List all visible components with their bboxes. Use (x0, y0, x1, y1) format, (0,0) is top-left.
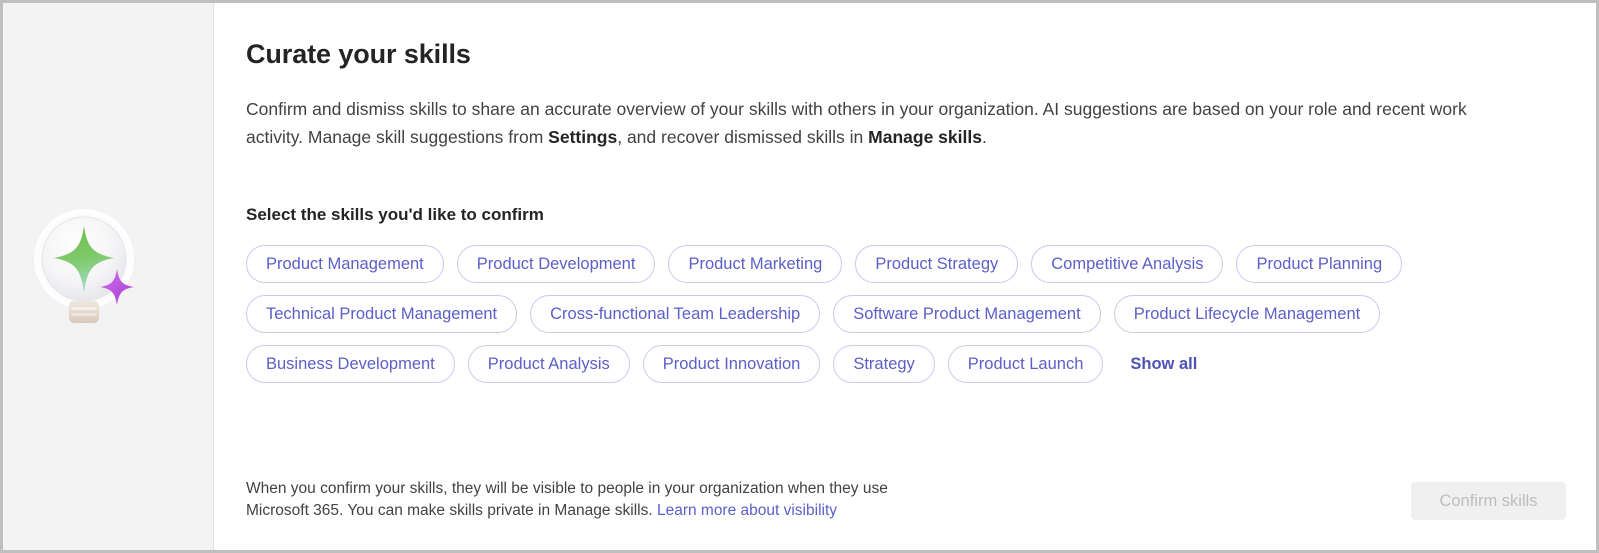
intro-settings-emphasis: Settings (548, 127, 618, 147)
skill-chip[interactable]: Product Management (246, 245, 444, 283)
skill-chip-row: Technical Product Management Cross-funct… (246, 295, 1516, 333)
intro-text-part3: . (981, 127, 987, 147)
curate-skills-panel: Curate your skills Confirm and dismiss s… (0, 0, 1599, 553)
skill-chip[interactable]: Product Analysis (467, 345, 630, 383)
page-title: Curate your skills (246, 39, 471, 69)
skill-chip[interactable]: Cross-functional Team Leadership (530, 295, 821, 333)
skill-chip[interactable]: Strategy (833, 345, 935, 383)
learn-more-visibility-link[interactable]: Learn more about visibility (657, 502, 837, 519)
intro-manage-skills-emphasis: Manage skills (868, 127, 982, 147)
visibility-footer: When you confirm your skills, they will … (246, 478, 1246, 522)
intro-paragraph: Confirm and dismiss skills to share an a… (246, 95, 1508, 151)
illustration-rail (3, 3, 214, 550)
visibility-note-line2: Microsoft 365. You can make skills priva… (246, 500, 1246, 522)
skill-chip[interactable]: Product Strategy (855, 245, 1019, 283)
skill-chip-row: Product Management Product Development P… (246, 245, 1516, 283)
show-all-link[interactable]: Show all (1130, 355, 1197, 374)
visibility-note-line2-text: Microsoft 365. You can make skills priva… (246, 502, 657, 519)
intro-text-part2: , and recover dismissed skills in (617, 127, 869, 147)
skill-chip[interactable]: Competitive Analysis (1031, 245, 1224, 283)
main-content: Curate your skills Confirm and dismiss s… (214, 3, 1596, 550)
skill-chip[interactable]: Business Development (246, 345, 455, 383)
visibility-note-line1: When you confirm your skills, they will … (246, 480, 888, 497)
select-skills-heading: Select the skills you'd like to confirm (246, 205, 544, 224)
skill-chip-area: Product Management Product Development P… (246, 245, 1516, 383)
skill-chip-row: Business Development Product Analysis Pr… (246, 345, 1516, 383)
skill-chip[interactable]: Product Planning (1236, 245, 1403, 283)
skill-chip[interactable]: Product Development (456, 245, 656, 283)
skill-chip[interactable]: Product Marketing (668, 245, 843, 283)
skill-chip[interactable]: Product Innovation (642, 345, 821, 383)
lightbulb-sparkle-illustration (31, 207, 151, 337)
skill-chip[interactable]: Product Lifecycle Management (1113, 295, 1381, 333)
skill-chip[interactable]: Software Product Management (833, 295, 1101, 333)
confirm-skills-button[interactable]: Confirm skills (1411, 482, 1566, 520)
skill-chip[interactable]: Technical Product Management (246, 295, 518, 333)
skill-chip[interactable]: Product Launch (947, 345, 1104, 383)
